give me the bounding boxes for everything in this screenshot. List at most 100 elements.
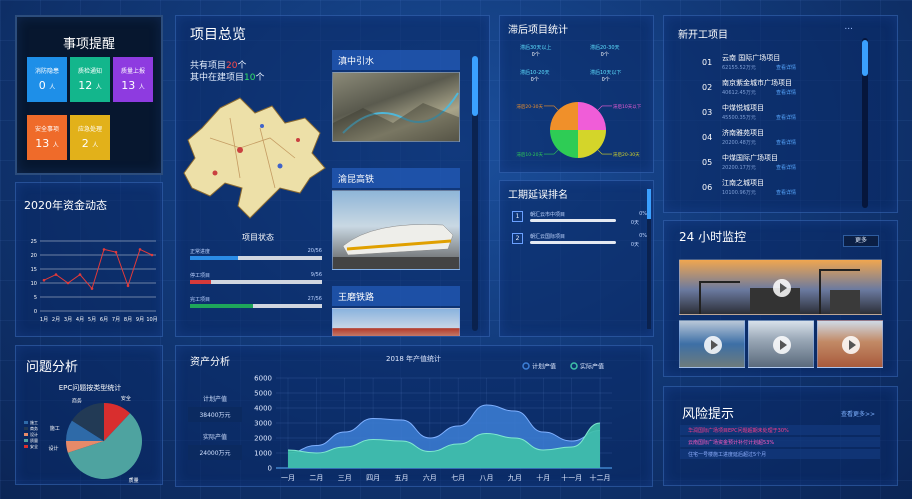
item-name: 中煤悦城项目 — [722, 104, 764, 112]
item-number: 01 — [702, 58, 713, 67]
play-icon[interactable] — [842, 336, 860, 354]
data-point — [150, 253, 154, 257]
overview-scrollbar[interactable] — [472, 56, 478, 331]
scroll-thumb[interactable] — [472, 56, 478, 116]
rank-name: 朝汇云国际项目 — [530, 234, 566, 240]
risk-item[interactable]: 云南国际广场资金预计补付计划超53% — [680, 437, 880, 447]
item-amount: 62155.52万元 — [722, 65, 756, 71]
status-track — [190, 304, 322, 308]
new-project-item[interactable]: 02 南京紫金城市广场项目 40612.45万元 查看详情 — [702, 77, 852, 102]
tile-safety[interactable]: 安全事项 13 人 — [27, 115, 67, 160]
overview-panel: 项目总览 共有项目20个 其中在建项目10个 项目状态 正常进度 20/56 停… — [175, 15, 490, 337]
label-leader — [597, 105, 613, 111]
x-tick-label: 2月 — [52, 317, 60, 323]
new-project-item[interactable]: 04 济南雅苑项目 20200.48万元 查看详情 — [702, 127, 852, 152]
scroll-thumb[interactable] — [862, 40, 868, 76]
risk-item[interactable]: 华润国际广场项目EPC问题超期未处理于30% — [680, 425, 880, 435]
tile-quality-notice[interactable]: 质检通知 12 人 — [70, 57, 110, 102]
tile-unit: 人 — [49, 84, 56, 91]
x-tick-label: 十月 — [536, 473, 550, 482]
status-label: 正常进度 — [190, 249, 211, 255]
data-point — [78, 273, 82, 276]
item-name: 济南雅苑项目 — [722, 129, 764, 137]
item-number: 06 — [702, 183, 713, 192]
status-label: 完工项目 — [190, 297, 211, 303]
legend-label: 质量 — [30, 437, 38, 443]
rank-bar — [530, 241, 616, 244]
play-icon[interactable] — [704, 336, 722, 354]
tile-unit: 人 — [52, 142, 59, 149]
rank-percent: 0% — [639, 211, 647, 217]
status-title: 项目状态 — [242, 233, 274, 242]
item-detail-link[interactable]: 查看详情 — [776, 89, 796, 96]
x-tick-label: 10月 — [146, 317, 157, 323]
rank-number: 1 — [512, 211, 523, 222]
legend-label: 施工 — [30, 419, 38, 425]
rank-scrollbar[interactable] — [647, 189, 651, 329]
risk-item[interactable]: 住宅一号楼施工进度延后超过5个月 — [680, 449, 880, 459]
item-number: 04 — [702, 133, 713, 142]
y-tick-label: 1000 — [254, 450, 272, 458]
item-amount: 10100.96万元 — [722, 190, 756, 196]
monitor-title: 24 小时监控 — [679, 230, 747, 244]
y-tick-label: 2000 — [254, 435, 272, 443]
item-detail-link[interactable]: 查看详情 — [776, 164, 796, 171]
tile-emergency[interactable]: 应急处理 2 人 — [70, 115, 110, 160]
slice-label: 施工 — [50, 425, 60, 432]
play-icon[interactable] — [773, 279, 791, 297]
project-card[interactable]: 渝昆高铁 — [332, 168, 460, 278]
y-tick-label: 4000 — [254, 405, 272, 413]
x-tick-label: 三月 — [338, 474, 352, 482]
more-icon[interactable]: ... — [844, 22, 853, 32]
new-project-item[interactable]: 06 江南之城项目 10100.96万元 查看详情 — [702, 177, 852, 202]
status-value: 20/56 — [307, 248, 322, 254]
x-tick-label: 6月 — [100, 317, 108, 323]
play-icon[interactable] — [773, 336, 791, 354]
project-card[interactable]: 滇中引水 — [332, 50, 460, 160]
province-map[interactable] — [180, 78, 330, 228]
y-tick-label: 0 — [34, 309, 37, 315]
status-list: 正常进度 20/56 停工项目 9/56 完工项目 27/56 — [190, 248, 322, 320]
camera-feed-main[interactable] — [679, 259, 882, 315]
status-fill — [190, 304, 254, 308]
slice-label: 滞后20-30天 — [613, 151, 640, 158]
item-detail-link[interactable]: 查看详情 — [776, 139, 796, 146]
new-project-item[interactable]: 05 中煤国际广场项目 20200.17万元 查看详情 — [702, 152, 852, 177]
tile-label: 质量上报 — [120, 68, 145, 75]
item-detail-link[interactable]: 查看详情 — [776, 64, 796, 71]
camera-feed[interactable] — [748, 320, 814, 368]
x-tick-label: 二月 — [309, 474, 323, 482]
total-projects-count: 20 — [226, 61, 238, 71]
project-card[interactable]: 王磨铁路 — [332, 286, 460, 336]
scroll-thumb[interactable] — [647, 189, 651, 219]
tile-count: 2 — [81, 137, 89, 150]
camera-feed[interactable] — [679, 320, 745, 368]
x-tick-label: 七月 — [451, 473, 465, 482]
reminder-title: 事项提醒 — [62, 37, 115, 52]
rank-item[interactable]: 2 朝汇云国际项目 0% 0天 — [512, 231, 647, 253]
slice-label: 滞后20-30天 — [516, 103, 543, 110]
tile-quality-report[interactable]: 质量上报 13 人 — [113, 57, 153, 102]
data-point — [90, 287, 94, 290]
monitor-more-button[interactable]: 更多 — [843, 235, 879, 247]
risk-more-link[interactable]: 查看更多>> — [841, 409, 875, 418]
item-detail-link[interactable]: 查看详情 — [776, 114, 796, 121]
x-tick-label: 九月 — [508, 473, 522, 482]
slice-label: 滞后10-20天 — [516, 151, 543, 158]
item-detail-link[interactable]: 查看详情 — [776, 189, 796, 196]
x-tick-label: 十二月 — [590, 473, 611, 482]
y-tick-label: 25 — [31, 239, 37, 245]
legend-label: 安全 — [30, 443, 38, 449]
project-photo — [332, 72, 460, 142]
tile-fire-hazard[interactable]: 消防隐患 0 人 — [27, 57, 67, 102]
risk-title: 风险提示 — [682, 407, 735, 422]
fund-line-chart: 0 5 10 15 20 25 1月 2月 3月 4月 5月 6月 7月 8月 9月 10月 — [31, 239, 158, 323]
slice-label: 安全 — [121, 395, 131, 402]
rank-item[interactable]: 1 朝汇云市中项目 0% 0天 — [512, 209, 647, 231]
new-project-item[interactable]: 03 中煤悦城项目 45500.35万元 查看详情 — [702, 102, 852, 127]
summary-label: 共有项目 — [190, 61, 227, 71]
new-project-item[interactable]: 01 云南 国际广场项目 62155.52万元 查看详情 — [702, 52, 852, 77]
new-projects-title: 新开工项目 — [678, 30, 728, 41]
new-projects-scrollbar[interactable] — [862, 38, 868, 208]
camera-feed[interactable] — [817, 320, 883, 368]
